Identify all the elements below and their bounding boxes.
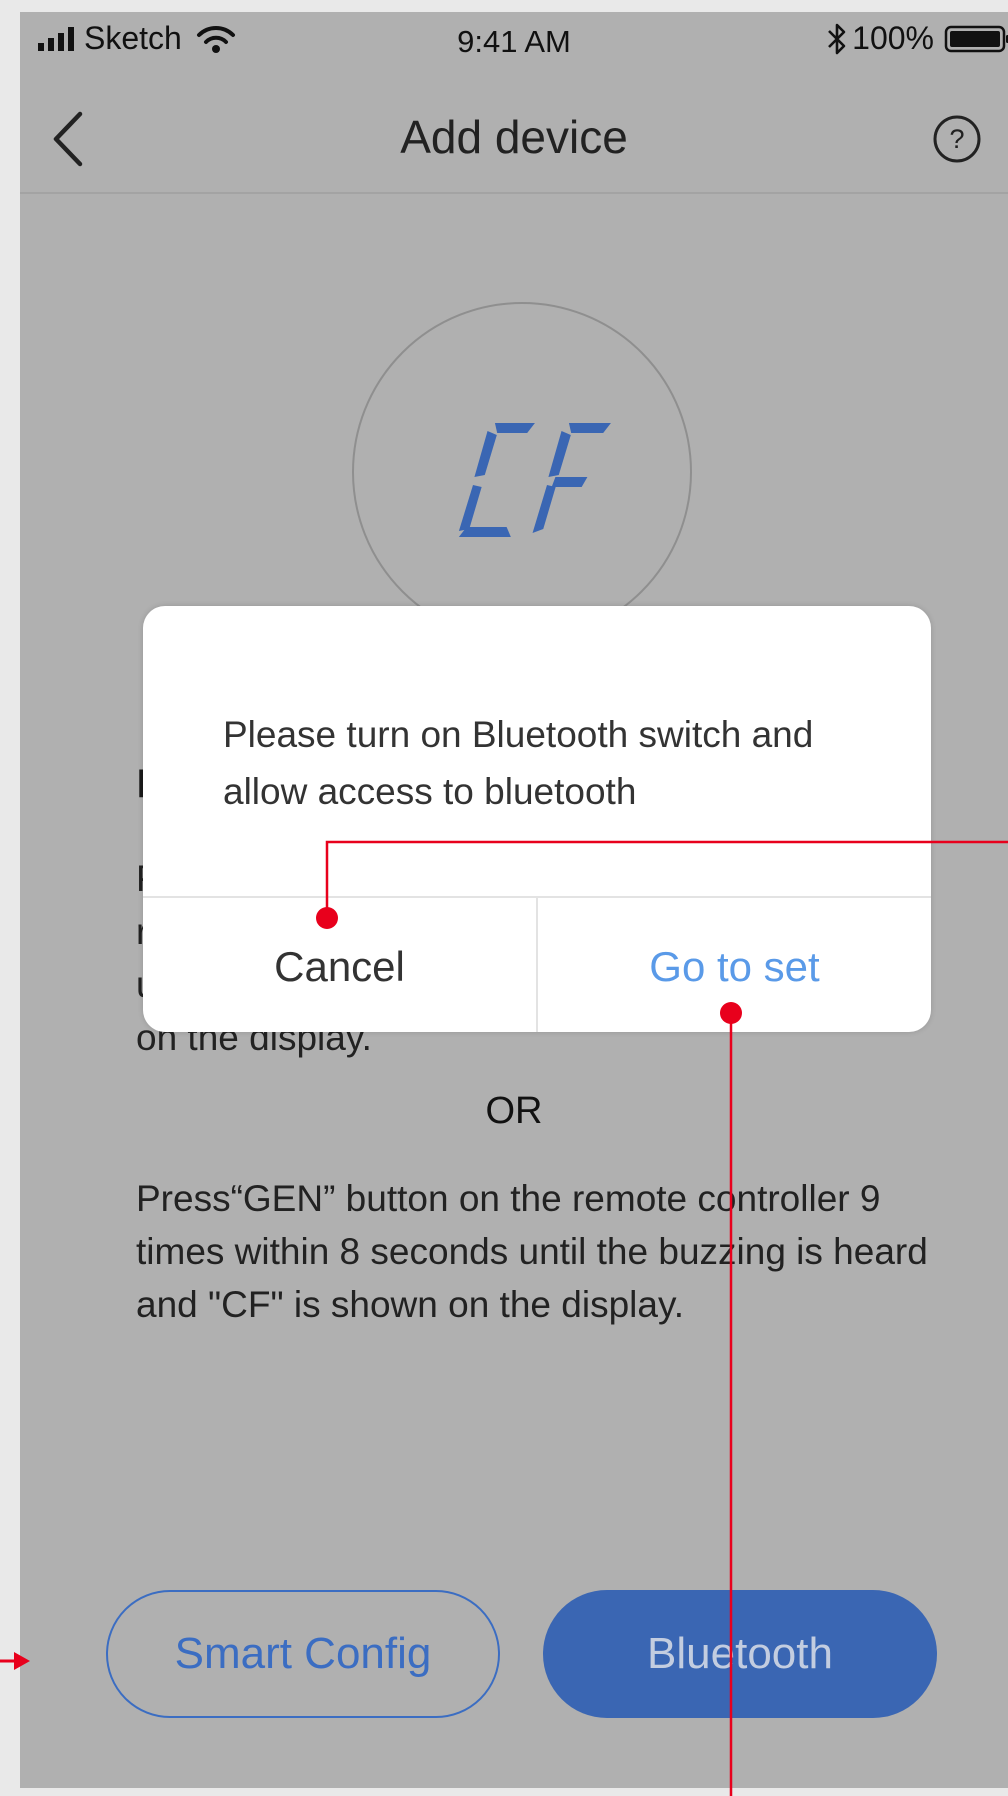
instructions-step2: Press“GEN” button on the remote controll… xyxy=(136,1178,928,1325)
battery-icon xyxy=(944,25,1008,52)
cf-display-icon xyxy=(458,423,611,537)
page-title: Add device xyxy=(400,111,628,163)
or-separator: OR xyxy=(485,1090,543,1132)
bluetooth-button[interactable]: Bluetooth xyxy=(543,1590,937,1718)
canvas: Sketch 9:41 AM 100% Add device ? on the … xyxy=(0,0,1008,1796)
cancel-button[interactable]: Cancel xyxy=(143,898,538,1032)
battery-percent: 100% xyxy=(852,20,934,56)
bluetooth-permission-dialog: Please turn on Bluetooth switch and allo… xyxy=(143,606,931,1032)
question-circle-icon[interactable]: ? xyxy=(932,114,982,164)
svg-text:?: ? xyxy=(949,124,964,154)
dialog-actions: Cancel Go to set xyxy=(143,896,931,1032)
dialog-message: Please turn on Bluetooth switch and allo… xyxy=(223,714,814,812)
go-to-set-button[interactable]: Go to set xyxy=(538,898,931,1032)
smart-config-button[interactable]: Smart Config xyxy=(106,1590,500,1718)
phone-screen: Sketch 9:41 AM 100% Add device ? on the … xyxy=(20,12,1008,1788)
bluetooth-icon xyxy=(828,23,846,54)
status-bar: Sketch 9:41 AM 100% xyxy=(20,12,1008,80)
nav-bar: Add device ? xyxy=(20,80,1008,194)
status-right: 100% xyxy=(826,20,1008,57)
